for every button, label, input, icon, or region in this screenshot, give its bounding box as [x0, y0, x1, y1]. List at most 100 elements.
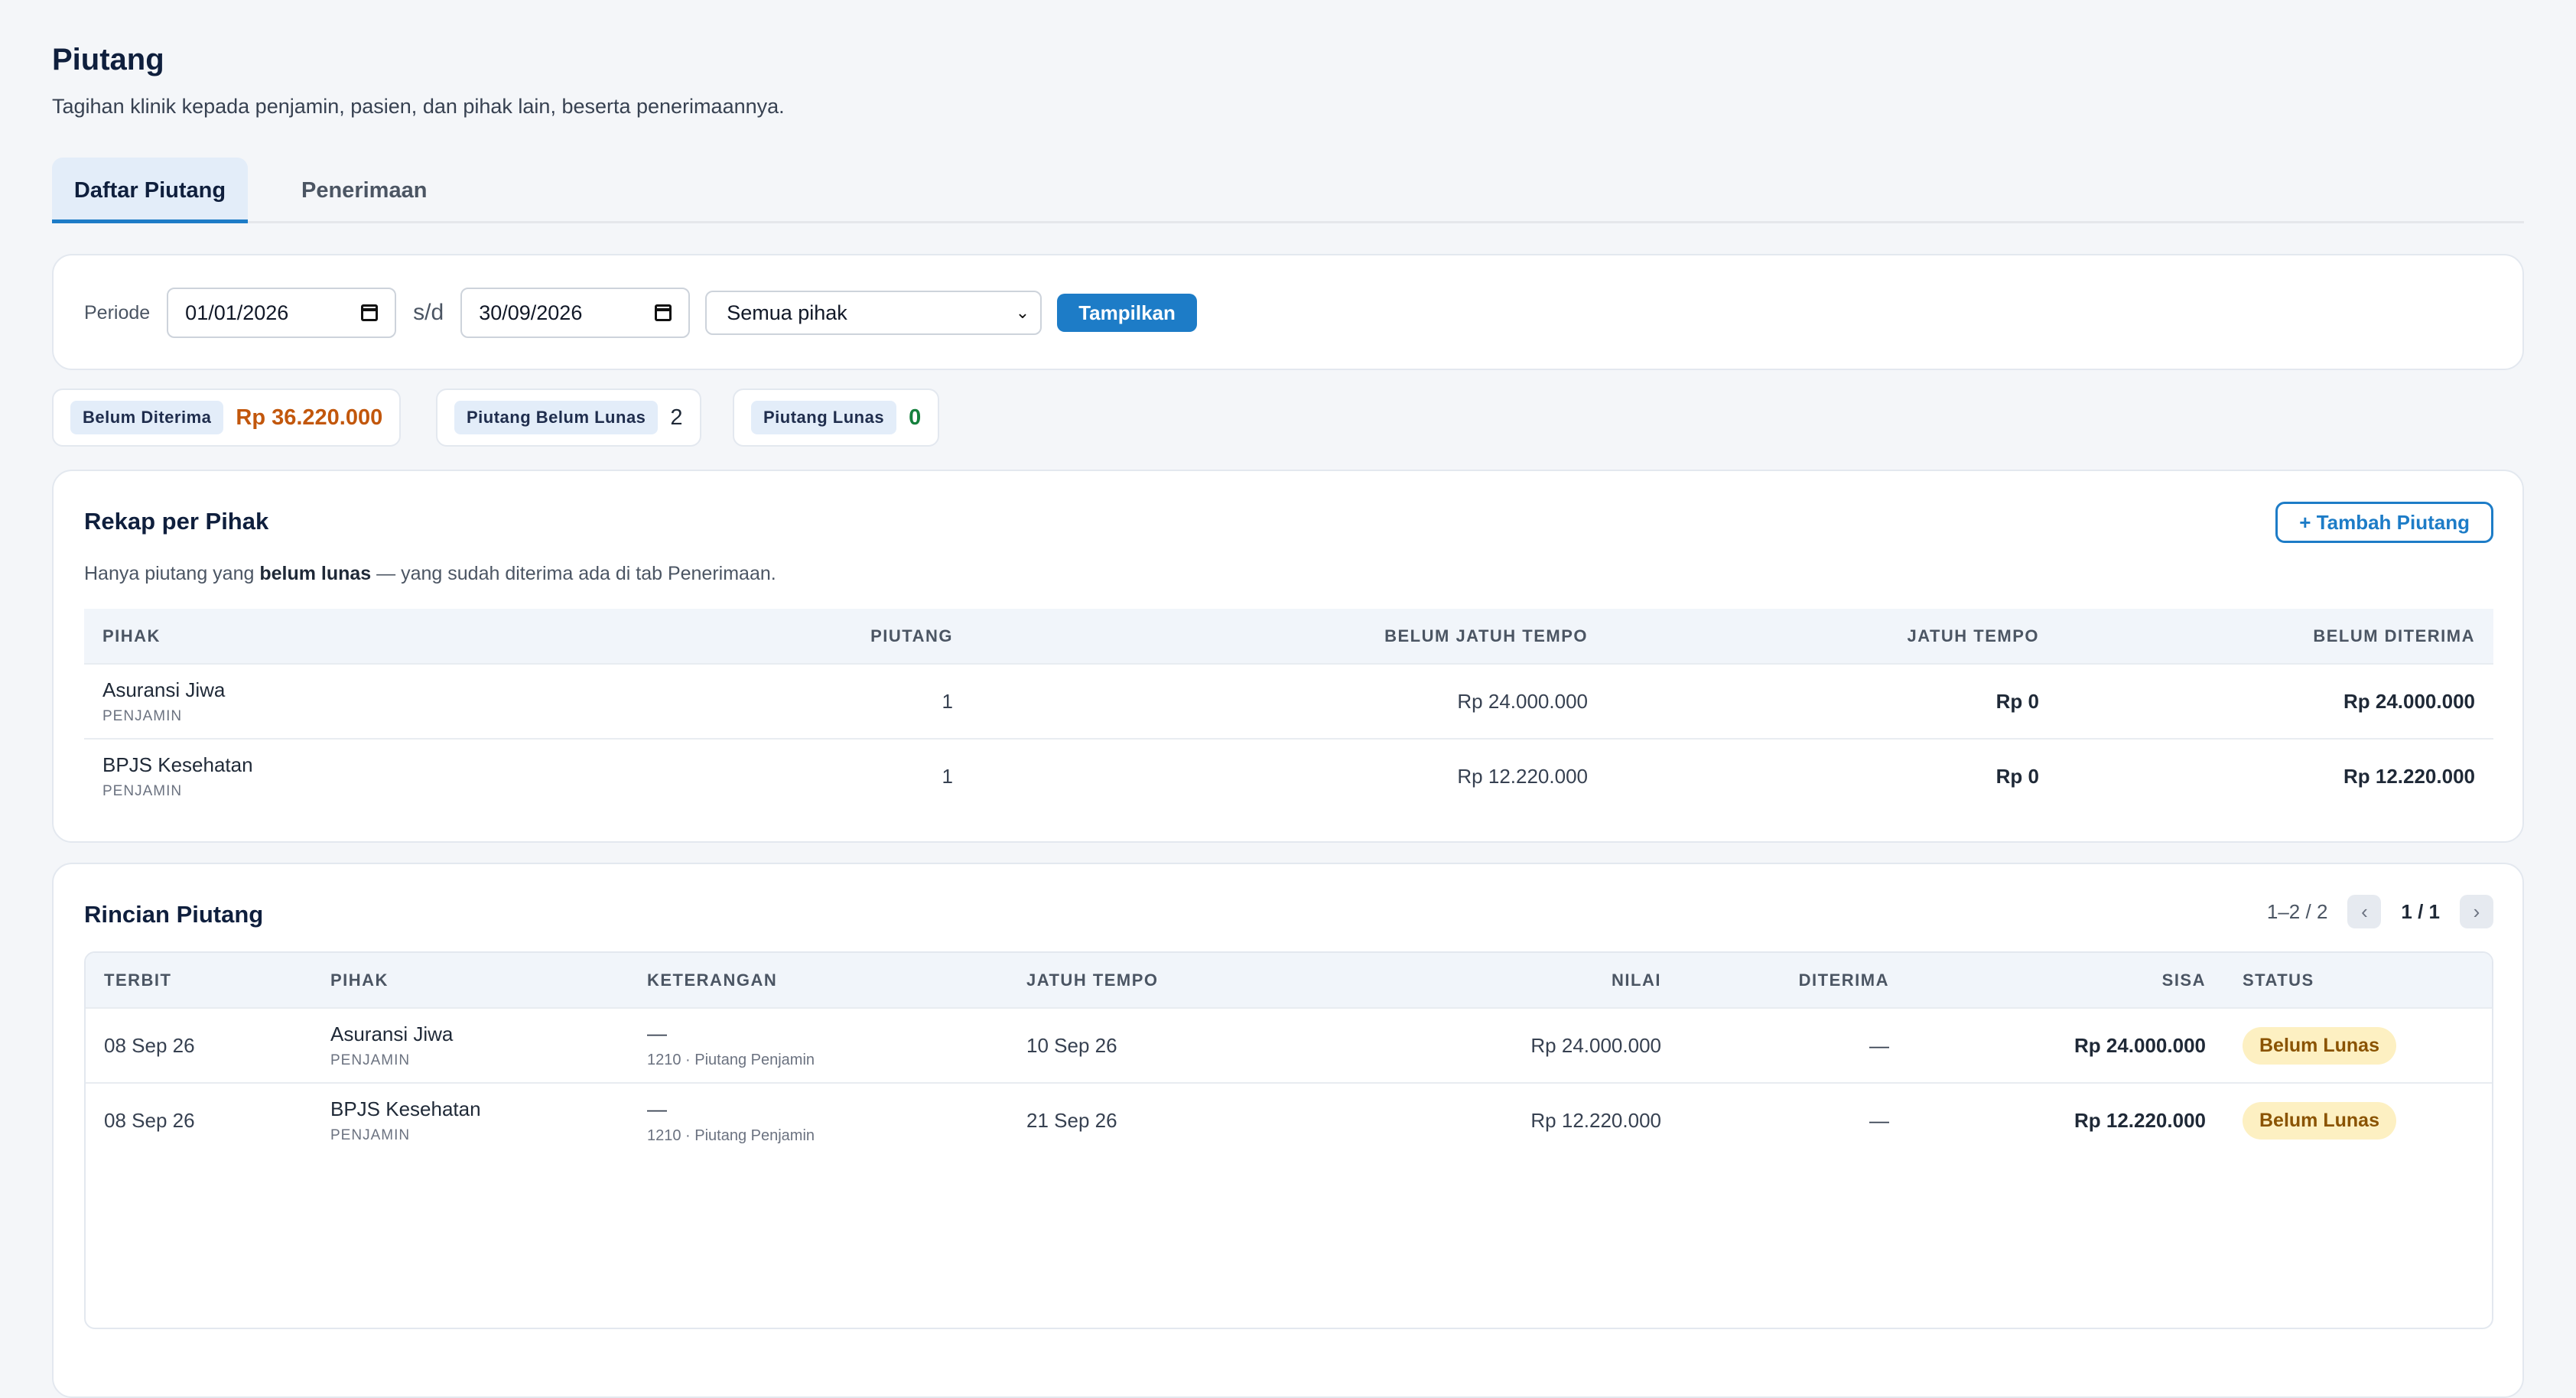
cell-issued: 08 Sep 26	[86, 1082, 312, 1158]
col-belum-jatuh-tempo: Belum Jatuh Tempo	[971, 609, 1606, 664]
col-pihak: Pihak	[312, 953, 629, 1008]
note-text: — yang sudah diterima ada di tab Penerim…	[371, 563, 776, 584]
date-to-value: 30/09/2026	[479, 301, 583, 324]
cell-pihak: Asuransi Jiwa PENJAMIN	[312, 1007, 629, 1083]
table-row[interactable]: 08 Sep 26 BPJS Kesehatan PENJAMIN — 1210 ·…	[86, 1082, 2492, 1158]
party-type: PENJAMIN	[102, 707, 183, 724]
cell-issued: 08 Sep 26	[86, 1007, 312, 1083]
rekap-card: Rekap per Pihak + Tambah Piutang Hanya p…	[52, 470, 2524, 843]
cell-count: 1	[558, 738, 971, 814]
cell-due: 10 Sep 26	[1008, 1007, 1328, 1083]
stat-value: 0	[909, 405, 922, 430]
party-type: PENJAMIN	[102, 783, 183, 799]
cell-not-due: Rp 24.000.000	[971, 663, 1606, 739]
rincian-table: Terbit Pihak Keterangan Jatuh Tempo Nila…	[86, 953, 2492, 1158]
show-button[interactable]: Tampilkan	[1057, 294, 1197, 332]
date-to-input[interactable]: 30/09/2026	[460, 288, 691, 338]
table-header-row: Pihak Piutang Belum Jatuh Tempo Jatuh Te…	[84, 609, 2493, 664]
rekap-title: Rekap per Pihak	[84, 508, 269, 535]
rincian-table-wrapper: Terbit Pihak Keterangan Jatuh Tempo Nila…	[84, 951, 2493, 1329]
date-from-value: 01/01/2026	[185, 301, 289, 324]
rekap-note: Hanya piutang yang belum lunas — yang su…	[84, 563, 776, 585]
cell-outstanding: Rp 12.220.000	[2057, 738, 2493, 814]
stat-label: Piutang Lunas	[751, 401, 897, 434]
tab-bar: Daftar Piutang Penerimaan	[52, 158, 2524, 223]
rekap-table: Pihak Piutang Belum Jatuh Tempo Jatuh Te…	[84, 609, 2493, 814]
col-terbit: Terbit	[86, 953, 312, 1008]
stat-piutang-lunas: Piutang Lunas 0	[733, 389, 940, 447]
cell-status: Belum Lunas	[2224, 1007, 2492, 1083]
description: —	[647, 1022, 667, 1045]
account: 1210 · Piutang Penjamin	[647, 1127, 815, 1144]
rincian-title: Rincian Piutang	[84, 901, 264, 928]
pagination-range: 1–2 / 2	[2266, 899, 2328, 923]
cell-remaining: Rp 12.220.000	[1908, 1082, 2224, 1158]
cell-remaining: Rp 24.000.000	[1908, 1007, 2224, 1083]
calendar-icon[interactable]	[361, 304, 379, 321]
stat-label: Piutang Belum Lunas	[454, 401, 659, 434]
table-row[interactable]: 08 Sep 26 Asuransi Jiwa PENJAMIN — 1210 · …	[86, 1007, 2492, 1083]
col-jatuh-tempo: Jatuh Tempo	[1606, 609, 2057, 664]
col-jatuh-tempo: Jatuh Tempo	[1008, 953, 1328, 1008]
stat-belum-diterima: Belum Diterima Rp 36.220.000	[52, 389, 402, 447]
chevron-right-icon[interactable]: ›	[2460, 895, 2493, 928]
stat-piutang-belum-lunas: Piutang Belum Lunas 2	[436, 389, 701, 447]
date-separator: s/d	[413, 300, 444, 325]
date-from-input[interactable]: 01/01/2026	[167, 288, 397, 338]
account: 1210 · Piutang Penjamin	[647, 1052, 815, 1068]
party-name: BPJS Kesehatan	[330, 1097, 481, 1120]
col-sisa: Sisa	[1908, 953, 2224, 1008]
table-row[interactable]: Asuransi Jiwa PENJAMIN 1 Rp 24.000.000 Rp…	[84, 663, 2493, 739]
cell-due: Rp 0	[1606, 738, 2057, 814]
pagination: 1–2 / 2 ‹ 1 / 1 ›	[2267, 895, 2493, 928]
cell-pihak: Asuransi Jiwa PENJAMIN	[84, 663, 558, 739]
party-select-value: Semua pihak	[727, 301, 847, 324]
rincian-card: Rincian Piutang 1–2 / 2 ‹ 1 / 1 › Terbit…	[52, 863, 2524, 1398]
status-badge: Belum Lunas	[2243, 1102, 2396, 1140]
col-pihak: Pihak	[84, 609, 558, 664]
cell-value: Rp 24.000.000	[1328, 1007, 1680, 1083]
page-title: Piutang	[52, 43, 164, 76]
party-name: Asuransi Jiwa	[330, 1022, 454, 1045]
cell-keterangan: — 1210 · Piutang Penjamin	[629, 1007, 1008, 1083]
party-select[interactable]: Semua pihak ⌄	[705, 291, 1042, 335]
cell-pihak: BPJS Kesehatan PENJAMIN	[84, 738, 558, 814]
cell-due: Rp 0	[1606, 663, 2057, 739]
period-label: Periode	[84, 301, 151, 323]
cell-status: Belum Lunas	[2224, 1082, 2492, 1158]
note-bold: belum lunas	[259, 563, 372, 584]
cell-count: 1	[558, 663, 971, 739]
calendar-icon[interactable]	[655, 304, 672, 321]
tab-daftar-piutang[interactable]: Daftar Piutang	[52, 158, 248, 223]
page-subtitle: Tagihan klinik kepada penjamin, pasien, …	[52, 95, 785, 118]
stat-value: Rp 36.220.000	[236, 405, 383, 430]
cell-pihak: BPJS Kesehatan PENJAMIN	[312, 1082, 629, 1158]
col-nilai: Nilai	[1328, 953, 1680, 1008]
description: —	[647, 1097, 667, 1120]
add-piutang-button[interactable]: + Tambah Piutang	[2275, 502, 2493, 543]
stat-label: Belum Diterima	[70, 401, 224, 434]
chevron-left-icon[interactable]: ‹	[2347, 895, 2382, 928]
cell-received: —	[1680, 1082, 1908, 1158]
pagination-current: 1 / 1	[2401, 899, 2440, 923]
chevron-down-icon: ⌄	[1015, 303, 1030, 322]
status-badge: Belum Lunas	[2243, 1026, 2396, 1065]
party-type: PENJAMIN	[330, 1052, 411, 1068]
cell-value: Rp 12.220.000	[1328, 1082, 1680, 1158]
party-type: PENJAMIN	[330, 1127, 411, 1143]
cell-due: 21 Sep 26	[1008, 1082, 1328, 1158]
party-name: Asuransi Jiwa	[102, 678, 226, 701]
cell-received: —	[1680, 1007, 1908, 1083]
col-belum-diterima: Belum Diterima	[2057, 609, 2493, 664]
tab-penerimaan[interactable]: Penerimaan	[278, 158, 450, 223]
table-row[interactable]: BPJS Kesehatan PENJAMIN 1 Rp 12.220.000 R…	[84, 738, 2493, 814]
filter-row: Periode 01/01/2026 s/d 30/09/2026 Semua …	[84, 288, 1197, 338]
cell-outstanding: Rp 24.000.000	[2057, 663, 2493, 739]
col-keterangan: Keterangan	[629, 953, 1008, 1008]
note-text: Hanya piutang yang	[84, 563, 260, 584]
filter-card: Periode 01/01/2026 s/d 30/09/2026 Semua …	[52, 254, 2524, 370]
party-name: BPJS Kesehatan	[102, 753, 253, 776]
col-piutang: Piutang	[558, 609, 971, 664]
stat-value: 2	[670, 405, 683, 430]
col-status: Status	[2224, 953, 2492, 1008]
